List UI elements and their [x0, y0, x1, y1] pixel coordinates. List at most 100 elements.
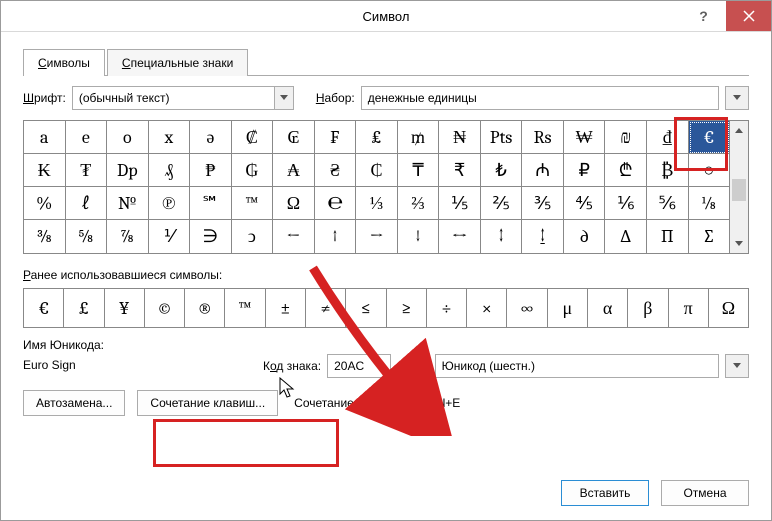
- symbol-cell[interactable]: €: [689, 121, 731, 154]
- insert-button[interactable]: Вставить: [561, 480, 649, 506]
- autocorrect-button[interactable]: Автозамена...: [23, 390, 125, 416]
- symbol-cell[interactable]: ₵: [356, 154, 398, 187]
- tab-symbols[interactable]: Символы: [23, 49, 105, 76]
- symbol-cell[interactable]: ⅗: [522, 187, 564, 220]
- symbol-cell[interactable]: ⅜: [24, 220, 66, 253]
- symbol-cell[interactable]: №: [107, 187, 149, 220]
- symbol-cell[interactable]: ₡: [232, 121, 274, 154]
- close-button[interactable]: [726, 1, 771, 31]
- scroll-up-icon[interactable]: [730, 121, 748, 139]
- symbol-cell[interactable]: ₸: [398, 154, 440, 187]
- recent-symbol-cell[interactable]: ™: [225, 289, 265, 327]
- recent-symbol-cell[interactable]: π: [669, 289, 709, 327]
- recent-symbol-cell[interactable]: ≥: [387, 289, 427, 327]
- font-dropdown[interactable]: (обычный текст): [72, 86, 294, 110]
- symbol-cell[interactable]: ₣: [315, 121, 357, 154]
- encoding-dropdown[interactable]: Юникод (шестн.): [435, 354, 719, 378]
- recent-symbol-cell[interactable]: ®: [185, 289, 225, 327]
- scroll-track[interactable]: [730, 139, 748, 235]
- symbol-cell[interactable]: ₫: [647, 121, 689, 154]
- symbol-cell[interactable]: ℓ: [66, 187, 108, 220]
- symbol-cell[interactable]: ∆: [605, 220, 647, 253]
- symbol-cell[interactable]: a: [24, 121, 66, 154]
- symbol-cell[interactable]: ∏: [647, 220, 689, 253]
- symbol-cell[interactable]: ℠: [190, 187, 232, 220]
- symbol-cell[interactable]: ℮: [315, 187, 357, 220]
- symbol-cell[interactable]: ⅚: [647, 187, 689, 220]
- symbol-cell[interactable]: ℗: [149, 187, 191, 220]
- recent-symbol-cell[interactable]: Ω: [709, 289, 748, 327]
- symbol-cell[interactable]: ⅘: [564, 187, 606, 220]
- symbol-cell[interactable]: Ω: [273, 187, 315, 220]
- symbol-cell[interactable]: ₹: [439, 154, 481, 187]
- symbol-cell[interactable]: ₦: [439, 121, 481, 154]
- symbol-cell[interactable]: Rs: [522, 121, 564, 154]
- symbol-cell[interactable]: ↕: [481, 220, 523, 253]
- symbol-cell[interactable]: ₩: [564, 121, 606, 154]
- recent-symbol-cell[interactable]: €: [24, 289, 64, 327]
- symbol-cell[interactable]: ₴: [315, 154, 357, 187]
- code-input[interactable]: 20AC: [327, 354, 391, 378]
- set-dropdown[interactable]: денежные единицы: [361, 86, 719, 110]
- symbol-cell[interactable]: ∋: [190, 220, 232, 253]
- symbol-cell[interactable]: e: [66, 121, 108, 154]
- symbol-cell[interactable]: ₥: [398, 121, 440, 154]
- grid-scrollbar[interactable]: [730, 120, 749, 254]
- recent-symbol-cell[interactable]: α: [588, 289, 628, 327]
- symbol-cell[interactable]: ⅓: [356, 187, 398, 220]
- shortcut-key-button[interactable]: Сочетание клавиш...: [137, 390, 278, 416]
- symbol-cell[interactable]: ↑: [315, 220, 357, 253]
- symbol-cell[interactable]: o: [107, 121, 149, 154]
- symbol-cell[interactable]: ○: [689, 154, 731, 187]
- symbol-cell[interactable]: ™: [232, 187, 274, 220]
- scroll-down-icon[interactable]: [730, 235, 748, 253]
- recent-symbol-cell[interactable]: ×: [467, 289, 507, 327]
- scroll-thumb[interactable]: [732, 179, 746, 201]
- symbol-cell[interactable]: ₮: [66, 154, 108, 187]
- recent-symbol-cell[interactable]: ≤: [346, 289, 386, 327]
- recent-symbol-cell[interactable]: ¥: [105, 289, 145, 327]
- recent-symbol-cell[interactable]: ©: [145, 289, 185, 327]
- symbol-cell[interactable]: ₾: [605, 154, 647, 187]
- recent-symbol-cell[interactable]: ÷: [427, 289, 467, 327]
- encoding-dropdown-arrow[interactable]: [725, 354, 749, 378]
- symbol-cell[interactable]: ₱: [190, 154, 232, 187]
- symbol-cell[interactable]: ⅖: [481, 187, 523, 220]
- symbol-cell[interactable]: →: [356, 220, 398, 253]
- symbol-cell[interactable]: ↄ: [232, 220, 274, 253]
- symbol-cell[interactable]: ₺: [481, 154, 523, 187]
- symbol-cell[interactable]: %: [24, 187, 66, 220]
- symbol-cell[interactable]: ₢: [273, 121, 315, 154]
- recent-symbol-cell[interactable]: £: [64, 289, 104, 327]
- symbol-cell[interactable]: ←: [273, 220, 315, 253]
- symbol-cell[interactable]: x: [149, 121, 191, 154]
- symbol-cell[interactable]: ₤: [356, 121, 398, 154]
- tab-special[interactable]: Специальные знаки: [107, 49, 248, 76]
- symbol-cell[interactable]: ⅞: [107, 220, 149, 253]
- symbol-cell[interactable]: Dp: [107, 154, 149, 187]
- symbol-cell[interactable]: ₲: [232, 154, 274, 187]
- symbol-cell[interactable]: ₪: [605, 121, 647, 154]
- symbol-cell[interactable]: ∑: [689, 220, 731, 253]
- symbol-cell[interactable]: Pts: [481, 121, 523, 154]
- symbol-cell[interactable]: ⅕: [439, 187, 481, 220]
- symbol-cell[interactable]: ⅛: [689, 187, 731, 220]
- symbol-cell[interactable]: ⅝: [66, 220, 108, 253]
- symbol-cell[interactable]: ⅟: [149, 220, 191, 253]
- symbol-cell[interactable]: ₽: [564, 154, 606, 187]
- symbol-cell[interactable]: ₳: [273, 154, 315, 187]
- recent-symbol-cell[interactable]: ≠: [306, 289, 346, 327]
- symbol-cell[interactable]: ↓: [398, 220, 440, 253]
- symbol-cell[interactable]: ⅔: [398, 187, 440, 220]
- help-button[interactable]: ?: [681, 1, 726, 31]
- symbol-cell[interactable]: ₼: [522, 154, 564, 187]
- symbol-cell[interactable]: ⅙: [605, 187, 647, 220]
- symbol-cell[interactable]: ↔: [439, 220, 481, 253]
- recent-symbol-cell[interactable]: β: [628, 289, 668, 327]
- recent-symbol-cell[interactable]: μ: [548, 289, 588, 327]
- symbol-cell[interactable]: ₰: [149, 154, 191, 187]
- set-dropdown-arrow[interactable]: [725, 86, 749, 110]
- recent-symbol-cell[interactable]: ±: [266, 289, 306, 327]
- symbol-cell[interactable]: ə: [190, 121, 232, 154]
- symbol-cell[interactable]: ₿: [647, 154, 689, 187]
